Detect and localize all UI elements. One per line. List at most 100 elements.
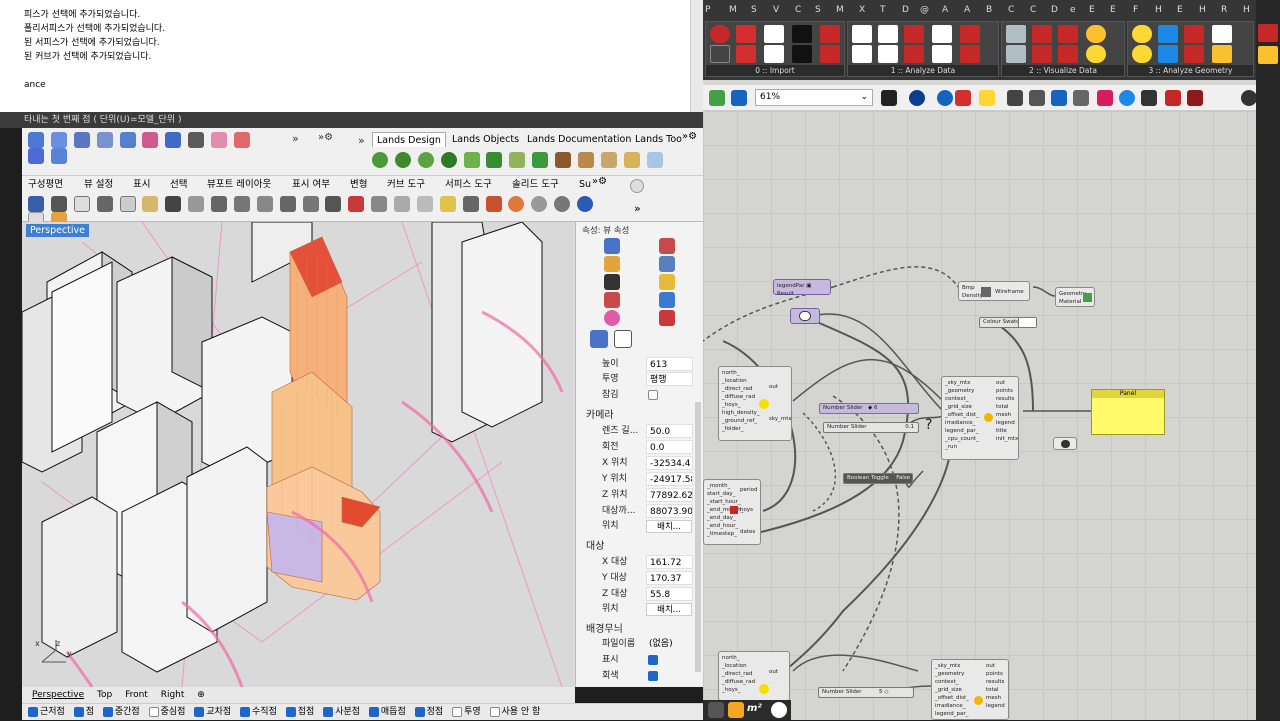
extra-icon[interactable] <box>1258 24 1278 42</box>
point-icon[interactable] <box>394 196 410 212</box>
light-properties-icon[interactable] <box>659 274 675 290</box>
m2-icon[interactable]: m² <box>747 703 762 714</box>
preview-component[interactable]: Bmp Density Wireframe <box>958 281 1030 301</box>
x-location-field[interactable]: -32534.4 <box>646 456 693 470</box>
direct-sun-icon[interactable] <box>1158 45 1178 63</box>
viewport-icon[interactable] <box>325 196 342 212</box>
render-icon[interactable] <box>211 132 227 148</box>
osnap-checkbox[interactable] <box>240 706 251 717</box>
plus-icon[interactable] <box>878 25 898 43</box>
remove-icon[interactable] <box>1165 90 1181 106</box>
gh-tab[interactable]: B <box>986 5 992 15</box>
graph-icon[interactable] <box>1058 25 1078 43</box>
cha-icon[interactable] <box>1029 90 1045 106</box>
toolbar-more-icon-3[interactable]: » <box>634 202 641 215</box>
menu-solid-tools[interactable]: 솔리드 도구 <box>512 178 559 192</box>
sun-icon[interactable] <box>1086 45 1106 63</box>
wind-icon[interactable] <box>1058 45 1078 63</box>
tree-icon[interactable] <box>440 152 457 168</box>
gh-tab[interactable]: @ <box>920 5 929 15</box>
mesh-icon[interactable] <box>50 148 67 164</box>
wall-icon[interactable] <box>577 152 594 168</box>
folder-icon[interactable] <box>820 45 840 63</box>
heatmap-icon[interactable] <box>1032 25 1052 43</box>
number-slider-2[interactable]: Number Slider 0.1 <box>823 422 919 433</box>
bucket-icon[interactable] <box>979 90 995 106</box>
gh-tab[interactable]: X <box>859 5 865 15</box>
z-target-field[interactable]: 55.8 <box>646 587 693 601</box>
human-icon[interactable] <box>1212 25 1232 43</box>
material-icon[interactable] <box>554 196 571 212</box>
menu-overflow-icon[interactable]: »⚙ <box>592 176 607 187</box>
osnap-checkbox[interactable] <box>368 706 379 717</box>
gh-tab[interactable]: E <box>1110 5 1116 15</box>
osnap-checkbox[interactable] <box>194 706 205 717</box>
osnap-label[interactable]: 정점 <box>427 707 444 717</box>
number-slider-1[interactable]: Number Slider ◆ 6 <box>819 403 919 414</box>
cplane-icon[interactable] <box>371 196 388 212</box>
boolean-toggle[interactable]: Boolean Toggle False <box>843 473 913 484</box>
zoom-select[interactable]: 61% ⌄ <box>755 89 873 106</box>
osnap-label[interactable]: 근저점 <box>40 707 65 717</box>
osnap-checkbox[interactable] <box>285 706 296 717</box>
cube-icon[interactable] <box>50 132 67 148</box>
object-icon[interactable] <box>28 132 44 148</box>
gh-tab[interactable]: F <box>1133 5 1138 15</box>
gh-tab[interactable]: C <box>795 5 801 15</box>
shape-icon[interactable] <box>1097 90 1113 106</box>
osnap-label[interactable]: 사분점 <box>335 707 360 717</box>
i-love-ny-icon[interactable] <box>764 45 784 63</box>
sun-icon[interactable] <box>1086 25 1106 43</box>
gh-tab[interactable]: R <box>1221 5 1227 15</box>
menu-su[interactable]: Su <box>579 178 591 192</box>
projection-select[interactable]: 평행 <box>646 372 693 386</box>
light-icon[interactable] <box>439 196 456 212</box>
hexagon-icon[interactable] <box>771 702 787 718</box>
camera-place-button[interactable]: 배치... <box>646 520 692 533</box>
planting-icon[interactable] <box>532 152 549 168</box>
osnap-label[interactable]: 투영 <box>464 707 481 717</box>
target-icon[interactable] <box>233 132 250 148</box>
gh-tab[interactable]: H <box>1243 5 1250 15</box>
osnap-checkbox[interactable] <box>489 706 500 717</box>
show-checkbox[interactable] <box>648 655 658 665</box>
tabs-overflow-icon[interactable]: »⚙ <box>682 131 697 142</box>
new-icon[interactable] <box>28 196 44 212</box>
visualize-icon[interactable] <box>1212 45 1232 63</box>
lightbulb-icon[interactable] <box>630 179 644 193</box>
gh-tab[interactable]: E <box>1089 5 1095 15</box>
view-icon[interactable] <box>1184 25 1204 43</box>
tree-icon[interactable] <box>417 152 434 168</box>
dhi-icon[interactable] <box>960 45 980 63</box>
rotation-field[interactable]: 0.0 <box>646 440 693 454</box>
legend-par-component[interactable]: legendPar ▣ Result <box>773 279 831 297</box>
math-icon[interactable] <box>852 45 872 63</box>
toolbar-more-icon[interactable]: » <box>292 132 299 145</box>
target-place-button[interactable]: 배치... <box>646 603 692 616</box>
gh-tab[interactable]: M <box>836 5 844 15</box>
osnap-label[interactable]: 사용 안 함 <box>502 707 541 717</box>
menu-viewport-layout[interactable]: 뷰포트 레이아웃 <box>207 178 271 192</box>
bar-chart-icon[interactable] <box>1006 45 1026 63</box>
tab-lands-objects[interactable]: Lands Objects <box>448 132 523 147</box>
box-icon[interactable] <box>73 132 90 148</box>
menu-transform[interactable]: 변형 <box>350 178 367 192</box>
object-properties-icon[interactable] <box>604 238 620 254</box>
osnap-label[interactable]: 중간점 <box>115 707 140 717</box>
view-icon[interactable] <box>28 148 44 164</box>
epw-icon[interactable] <box>736 25 756 43</box>
render-sphere-icon[interactable] <box>577 196 593 212</box>
color-wheel-icon[interactable] <box>604 310 620 326</box>
sphere-icon[interactable] <box>937 90 953 106</box>
ladybug-logo-icon[interactable] <box>1241 90 1257 106</box>
osnap-label[interactable]: 중심점 <box>161 707 186 717</box>
gh-tab[interactable]: A <box>964 5 970 15</box>
viewport-tab-right[interactable]: Right <box>161 690 185 700</box>
hedge-icon[interactable] <box>486 152 503 168</box>
osnap-label[interactable]: 점 <box>86 707 94 717</box>
terrain-icon[interactable] <box>623 152 640 168</box>
open-icon[interactable] <box>73 196 90 212</box>
menu-display[interactable]: 표시 <box>133 178 150 192</box>
gh-tab[interactable]: V <box>773 5 779 15</box>
camera-icon[interactable] <box>119 132 136 148</box>
